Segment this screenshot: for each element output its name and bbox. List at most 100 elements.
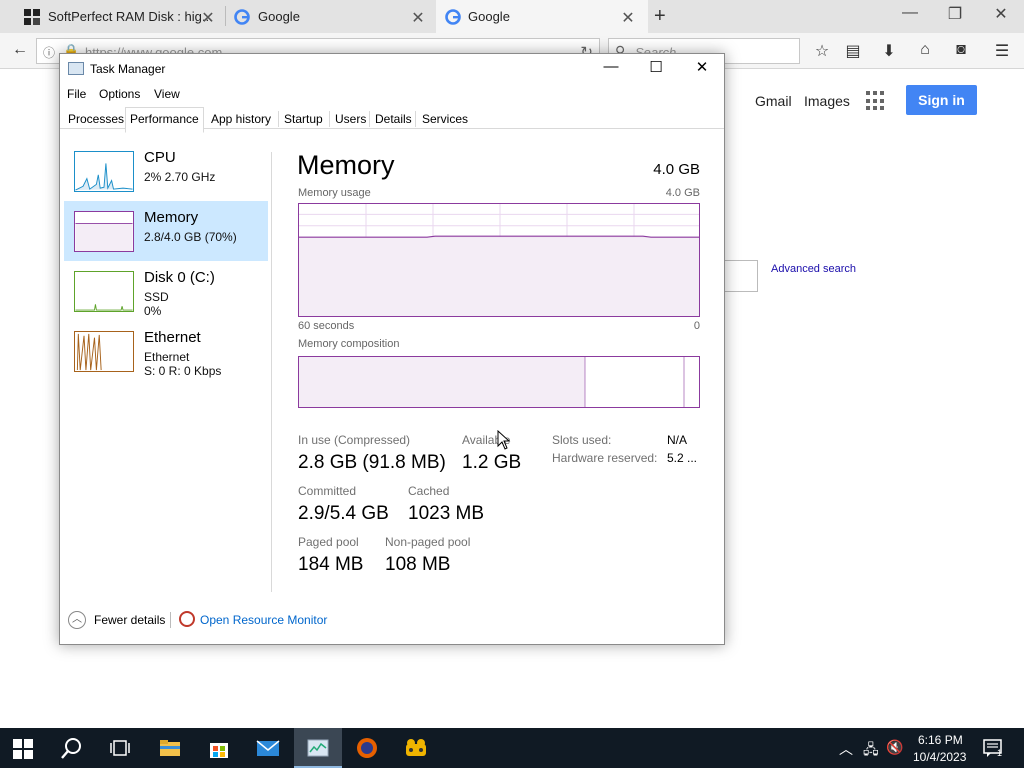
- menu-bar: File Options View: [60, 84, 724, 104]
- menu-options[interactable]: Options: [99, 87, 140, 101]
- sidebar-divider: [271, 152, 272, 592]
- sidebar-detail: Ethernet: [144, 350, 190, 364]
- clock-date[interactable]: 10/4/2023: [913, 750, 966, 764]
- tab-close-icon[interactable]: ✕: [200, 8, 216, 28]
- tab-details[interactable]: Details: [371, 110, 416, 128]
- tab-close-icon[interactable]: ✕: [410, 8, 426, 28]
- task-manager-icon: [68, 62, 84, 75]
- menu-hamburger-icon[interactable]: ☰: [992, 41, 1012, 61]
- tab-startup[interactable]: Startup: [280, 110, 327, 128]
- cpu-thumbnail-graph: [74, 151, 134, 192]
- in-use-value: 2.8 GB (91.8 MB): [298, 452, 446, 473]
- memory-total: 4.0 GB: [653, 161, 700, 178]
- chevron-up-icon[interactable]: ︿: [68, 611, 86, 629]
- tab-title: Google: [468, 9, 510, 24]
- gmail-link[interactable]: Gmail: [755, 93, 792, 109]
- tab-separator: [415, 111, 416, 127]
- volume-muted-icon[interactable]: 🔇: [886, 739, 903, 756]
- sidebar-name: CPU: [144, 149, 176, 166]
- tab-services[interactable]: Services: [418, 110, 472, 128]
- tab-users[interactable]: Users: [331, 110, 370, 128]
- bookmark-star-icon[interactable]: ☆: [812, 41, 832, 61]
- time-axis-start: 60 seconds: [298, 320, 355, 332]
- memory-composition-bar: [298, 356, 700, 408]
- download-icon[interactable]: ⬇: [879, 41, 899, 61]
- sidebar-item-memory[interactable]: Memory 2.8/4.0 GB (70%): [64, 201, 268, 261]
- network-icon[interactable]: 🖧: [863, 739, 879, 763]
- cached-label: Cached: [408, 484, 450, 498]
- apps-grid-icon[interactable]: [866, 91, 886, 111]
- home-icon[interactable]: ⌂: [915, 41, 935, 59]
- committed-value: 2.9/5.4 GB: [298, 503, 389, 524]
- in-use-label: In use (Compressed): [298, 433, 411, 447]
- slots-used-label: Slots used:: [552, 433, 612, 447]
- file-explorer-icon[interactable]: [158, 736, 182, 760]
- sidebar-item-ethernet[interactable]: Ethernet Ethernet S: 0 R: 0 Kbps: [64, 321, 268, 381]
- sidebar-detail: 2% 2.70 GHz: [144, 170, 216, 184]
- sidebar-item-disk[interactable]: Disk 0 (C:) SSD 0%: [64, 261, 268, 321]
- tray-overflow-icon[interactable]: ︿: [839, 739, 853, 759]
- tab-softperfect[interactable]: SoftPerfect RAM Disk : hig... ✕: [24, 0, 216, 33]
- tab-processes[interactable]: Processes: [64, 110, 128, 128]
- maximize-icon[interactable]: ☐: [646, 58, 666, 76]
- tab-google-2[interactable]: Google ✕: [436, 0, 648, 33]
- close-window-icon[interactable]: ✕: [991, 4, 1011, 24]
- fewer-details-link[interactable]: Fewer details: [94, 613, 165, 627]
- cached-value: 1023 MB: [408, 503, 485, 524]
- google-icon: [234, 9, 250, 25]
- sidebar-detail: S: 0 R: 0 Kbps: [144, 364, 222, 378]
- images-link[interactable]: Images: [804, 93, 850, 109]
- memory-usage-graph: [298, 203, 700, 317]
- advanced-search-link[interactable]: Advanced search: [771, 263, 856, 275]
- paged-pool-value: 184 MB: [298, 554, 364, 575]
- tab-separator: [225, 6, 226, 26]
- sign-in-button[interactable]: Sign in: [906, 85, 977, 115]
- firefox-icon[interactable]: [355, 736, 379, 760]
- open-resource-monitor-link[interactable]: Open Resource Monitor: [200, 613, 327, 627]
- reading-list-icon[interactable]: ▤: [843, 41, 863, 61]
- hardware-reserved-value: 5.2 ...: [667, 451, 698, 465]
- slots-used-value: N/A: [667, 433, 688, 447]
- close-icon[interactable]: ✕: [692, 58, 712, 76]
- restore-icon[interactable]: ❐: [945, 4, 965, 24]
- task-view-icon[interactable]: [108, 736, 132, 760]
- new-tab-icon[interactable]: +: [654, 5, 666, 28]
- menu-file[interactable]: File: [67, 87, 86, 101]
- minimize-icon[interactable]: —: [900, 4, 920, 22]
- mail-icon[interactable]: [256, 736, 280, 760]
- tab-strip: Processes Performance App history Startu…: [60, 107, 724, 133]
- tab-separator: [369, 111, 370, 127]
- pocket-icon[interactable]: ◙: [951, 41, 971, 59]
- tab-separator: [329, 111, 330, 127]
- search-icon[interactable]: [60, 736, 84, 760]
- notification-count: 1: [997, 748, 1003, 758]
- hardware-reserved-label: Hardware reserved:: [552, 451, 658, 465]
- tab-google-1[interactable]: Google ✕: [234, 0, 426, 33]
- info-icon[interactable]: ⓘ: [43, 44, 55, 61]
- tab-title: SoftPerfect RAM Disk : hig...: [48, 9, 213, 24]
- sidebar-name: Memory: [144, 209, 199, 226]
- ram-disk-icon[interactable]: [404, 736, 428, 760]
- memory-heading: Memory: [297, 150, 395, 180]
- store-icon[interactable]: [207, 736, 231, 760]
- footer-separator: [170, 612, 171, 628]
- tab-close-icon[interactable]: ✕: [620, 8, 636, 28]
- sidebar-detail: 2.8/4.0 GB (70%): [144, 230, 237, 244]
- memory-usage-label: Memory usage: [298, 187, 371, 199]
- menu-view[interactable]: View: [154, 87, 180, 101]
- windows-start-icon[interactable]: [13, 739, 33, 759]
- taskbar: ︿ 🖧 🔇 6:16 PM 10/4/2023 1: [0, 728, 1024, 768]
- minimize-icon[interactable]: —: [601, 58, 621, 75]
- available-value: 1.2 GB: [462, 452, 522, 473]
- tab-performance[interactable]: Performance: [125, 107, 204, 133]
- back-arrow-icon[interactable]: ←: [10, 41, 30, 59]
- window-title: Task Manager: [90, 62, 166, 76]
- task-manager-taskbar-icon[interactable]: [306, 736, 330, 760]
- browser-tab-bar: SoftPerfect RAM Disk : hig... ✕ Google ✕…: [0, 0, 1024, 33]
- clock-time[interactable]: 6:16 PM: [918, 733, 963, 747]
- sidebar-name: Ethernet: [144, 329, 201, 346]
- sidebar-item-cpu[interactable]: CPU 2% 2.70 GHz: [64, 141, 268, 201]
- mouse-cursor-icon: [497, 430, 511, 450]
- tab-app-history[interactable]: App history: [207, 110, 275, 128]
- sidebar-detail: 0%: [144, 304, 162, 318]
